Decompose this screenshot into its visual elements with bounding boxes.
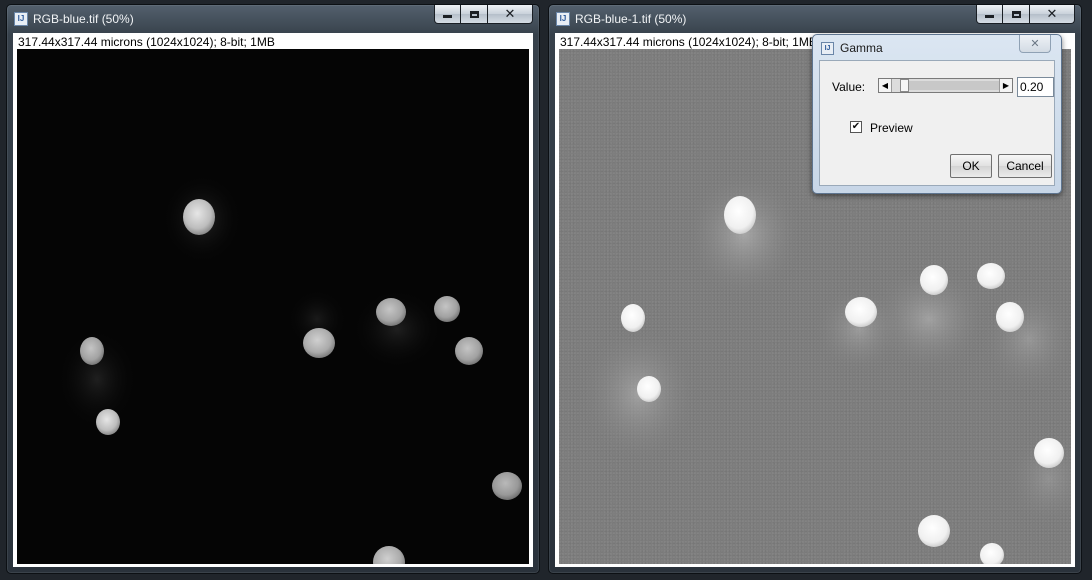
image-window-original[interactable]: IJ RGB-blue.tif (50%) ✕ 317.44x317.44 mi… bbox=[6, 4, 540, 574]
window-client: 317.44x317.44 microns (1024x1024); 8-bit… bbox=[13, 33, 533, 567]
imagej-icon: IJ bbox=[556, 12, 570, 26]
close-button[interactable]: ✕ bbox=[1030, 5, 1075, 24]
slider-left-arrow[interactable]: ◀ bbox=[879, 79, 892, 92]
triangle-right-icon: ▶ bbox=[1002, 81, 1010, 90]
micrograph-dark bbox=[57, 174, 522, 564]
close-icon: ✕ bbox=[1030, 37, 1040, 50]
gamma-dialog[interactable]: IJ Gamma ✕ Value: ◀ ▶ 0.20 ✔ Preview OK … bbox=[812, 34, 1062, 194]
minimize-icon bbox=[985, 15, 994, 18]
imagej-icon: IJ bbox=[821, 42, 834, 55]
dialog-title: Gamma bbox=[840, 41, 883, 55]
cytoplasm-haze bbox=[579, 169, 1071, 529]
minimize-button[interactable] bbox=[976, 5, 1003, 24]
maximize-icon bbox=[469, 10, 479, 18]
cancel-button[interactable]: Cancel bbox=[998, 154, 1052, 178]
gamma-slider[interactable]: ◀ ▶ bbox=[878, 78, 1013, 93]
image-info: 317.44x317.44 microns (1024x1024); 8-bit… bbox=[560, 35, 817, 49]
close-icon: ✕ bbox=[504, 6, 516, 22]
slider-right-arrow[interactable]: ▶ bbox=[999, 79, 1012, 92]
image-info: 317.44x317.44 microns (1024x1024); 8-bit… bbox=[18, 35, 275, 49]
preview-label: Preview bbox=[870, 121, 913, 135]
value-label: Value: bbox=[832, 80, 866, 94]
maximize-icon bbox=[1011, 10, 1021, 18]
ok-button[interactable]: OK bbox=[950, 154, 992, 178]
preview-checkbox[interactable]: ✔ bbox=[850, 121, 862, 133]
slider-thumb[interactable] bbox=[899, 79, 909, 92]
title-bar[interactable]: IJ RGB-blue-1.tif (50%) ✕ bbox=[549, 5, 1081, 35]
caption-buttons: ✕ bbox=[976, 5, 1075, 24]
window-title: RGB-blue.tif (50%) bbox=[33, 12, 134, 26]
image-canvas[interactable] bbox=[17, 49, 529, 564]
title-bar[interactable]: IJ RGB-blue.tif (50%) ✕ bbox=[7, 5, 539, 35]
close-button[interactable]: ✕ bbox=[488, 5, 533, 24]
maximize-button[interactable] bbox=[1003, 5, 1030, 24]
minimize-icon bbox=[443, 15, 452, 18]
close-icon: ✕ bbox=[1046, 6, 1058, 22]
triangle-left-icon: ◀ bbox=[881, 81, 889, 90]
caption-buttons: ✕ bbox=[434, 5, 533, 24]
dialog-body: Value: ◀ ▶ 0.20 ✔ Preview OK Cancel bbox=[819, 60, 1055, 186]
imagej-icon: IJ bbox=[14, 12, 28, 26]
window-title: RGB-blue-1.tif (50%) bbox=[575, 12, 687, 26]
slider-track[interactable] bbox=[908, 81, 999, 90]
gamma-value-field[interactable]: 0.20 bbox=[1017, 77, 1054, 97]
dialog-close-button[interactable]: ✕ bbox=[1019, 35, 1051, 53]
minimize-button[interactable] bbox=[434, 5, 461, 24]
nuclei bbox=[80, 199, 522, 564]
maximize-button[interactable] bbox=[461, 5, 488, 24]
